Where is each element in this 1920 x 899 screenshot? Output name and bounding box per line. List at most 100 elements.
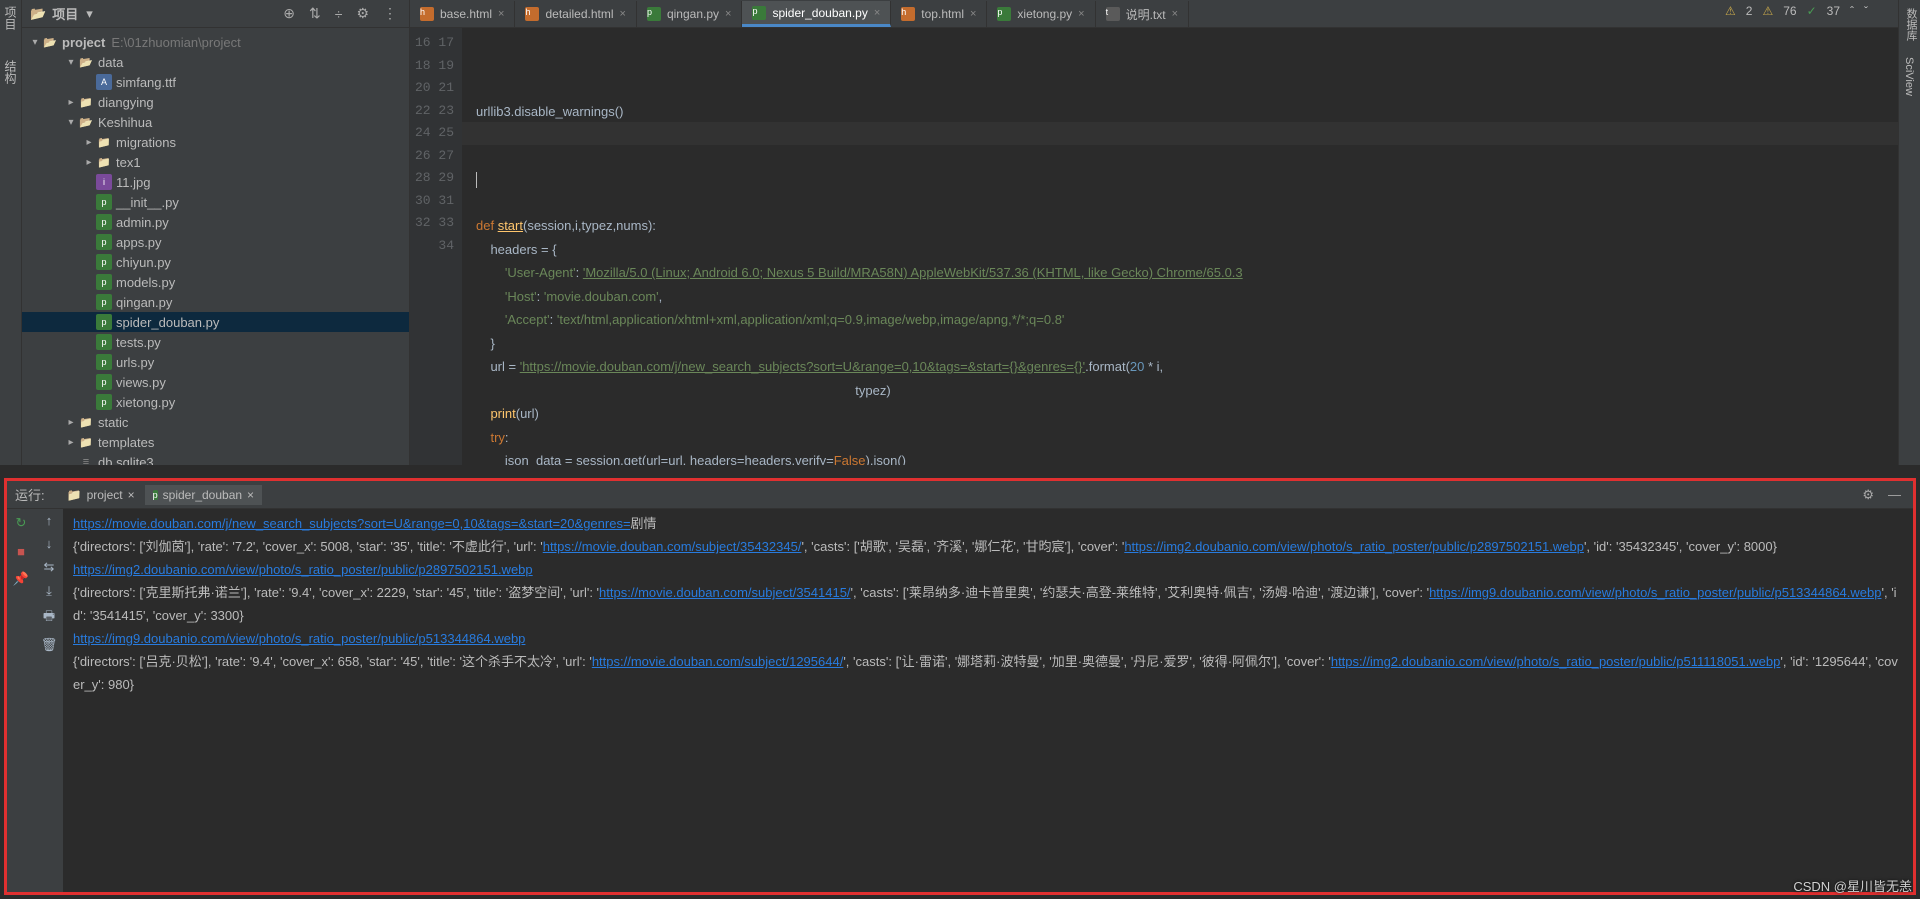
locate-icon[interactable]: ⊕: [279, 5, 299, 22]
tree-item[interactable]: qingan.py: [22, 292, 409, 312]
tree-item-label: Keshihua: [98, 115, 152, 130]
console-link[interactable]: https://img2.doubanio.com/view/photo/s_r…: [1124, 539, 1584, 554]
tree-item[interactable]: 11.jpg: [22, 172, 409, 192]
py-icon: [752, 6, 766, 20]
editor-tab[interactable]: top.html×: [891, 1, 987, 27]
run-tab[interactable]: spider_douban×: [145, 485, 262, 505]
tree-item[interactable]: ▸migrations: [22, 132, 409, 152]
tree-root[interactable]: ▾ project E:\01zhuomian\project: [22, 32, 409, 52]
tree-item[interactable]: tests.py: [22, 332, 409, 352]
folder-icon: [78, 434, 94, 450]
tree-item[interactable]: db.sqlite3: [22, 452, 409, 465]
font-icon: [96, 74, 112, 90]
root-name: project: [62, 35, 105, 50]
code-area[interactable]: 16 17 18 19 20 21 22 23 24 25 26 27 28 2…: [410, 28, 1898, 465]
close-icon[interactable]: ×: [620, 8, 626, 20]
run-tab[interactable]: project×: [59, 485, 143, 505]
editor-tab[interactable]: detailed.html×: [515, 1, 636, 27]
close-icon[interactable]: ×: [970, 8, 976, 20]
up-icon[interactable]: ↑: [46, 513, 53, 528]
pin-icon[interactable]: 📌: [11, 569, 31, 589]
tree-item[interactable]: admin.py: [22, 212, 409, 232]
tree-item[interactable]: apps.py: [22, 232, 409, 252]
close-icon[interactable]: ×: [725, 8, 731, 20]
warning-count-1: 2: [1746, 4, 1753, 18]
console-link[interactable]: https://movie.douban.com/j/new_search_su…: [73, 516, 631, 531]
close-icon[interactable]: ×: [128, 488, 135, 502]
close-icon[interactable]: ×: [498, 8, 504, 20]
tree-item[interactable]: spider_douban.py: [22, 312, 409, 332]
down-icon[interactable]: ↓: [46, 536, 53, 551]
console-link[interactable]: https://img9.doubanio.com/view/photo/s_r…: [73, 631, 525, 646]
tree-item-label: 11.jpg: [116, 175, 150, 190]
close-icon[interactable]: ×: [1172, 8, 1178, 20]
editor-tab[interactable]: base.html×: [410, 1, 515, 27]
left-tab-project[interactable]: 项目: [2, 6, 19, 30]
tree-item[interactable]: views.py: [22, 372, 409, 392]
sidebar-title[interactable]: 项目: [52, 4, 78, 23]
py-icon: [153, 490, 158, 500]
console-link[interactable]: https://movie.douban.com/subject/1295644…: [592, 654, 844, 669]
expand-icon[interactable]: ⇅: [305, 5, 325, 22]
folder-icon: [42, 34, 58, 50]
folder-icon: [78, 414, 94, 430]
editor-tabs[interactable]: base.html×detailed.html×qingan.py×spider…: [410, 0, 1898, 28]
console-link[interactable]: https://movie.douban.com/subject/3543234…: [543, 539, 802, 554]
tree-item-label: templates: [98, 435, 154, 450]
editor-tab[interactable]: xietong.py×: [987, 1, 1095, 27]
chevron-up-icon[interactable]: ˆ: [1850, 4, 1854, 18]
stop-icon[interactable]: ■: [11, 541, 31, 561]
tree-item[interactable]: models.py: [22, 272, 409, 292]
left-tab-structure[interactable]: 结构: [2, 60, 19, 84]
print-icon[interactable]: 🖶: [43, 607, 55, 629]
py-icon: [96, 334, 112, 350]
scroll-icon[interactable]: ⤓: [46, 583, 52, 599]
tree-item[interactable]: chiyun.py: [22, 252, 409, 272]
rerun-icon[interactable]: ↻: [11, 513, 31, 533]
tree-item[interactable]: ▸diangying: [22, 92, 409, 112]
sidebar-dropdown-icon[interactable]: [84, 6, 93, 22]
tree-item[interactable]: xietong.py: [22, 392, 409, 412]
py-icon: [96, 374, 112, 390]
editor-tab[interactable]: spider_douban.py×: [742, 1, 891, 27]
editor-tab[interactable]: 说明.txt×: [1096, 1, 1189, 27]
tree-item[interactable]: ▸tex1: [22, 152, 409, 172]
console-link[interactable]: https://img2.doubanio.com/view/photo/s_r…: [1331, 654, 1781, 669]
tree-item[interactable]: __init__.py: [22, 192, 409, 212]
code-content[interactable]: urllib3.disable_warnings() def start(ses…: [462, 28, 1898, 465]
gear-icon[interactable]: ⚙: [1858, 487, 1878, 503]
gear-icon[interactable]: ⚙: [352, 5, 373, 22]
close-icon[interactable]: ×: [1078, 8, 1084, 20]
console-link[interactable]: https://img9.doubanio.com/view/photo/s_r…: [1429, 585, 1881, 600]
tree-item[interactable]: ▾Keshihua: [22, 112, 409, 132]
tree-item-label: static: [98, 415, 128, 430]
editor-tab[interactable]: qingan.py×: [637, 1, 742, 27]
tree-item[interactable]: ▸templates: [22, 432, 409, 452]
tree-item[interactable]: simfang.ttf: [22, 72, 409, 92]
minimize-icon[interactable]: —: [1884, 487, 1905, 502]
console-output[interactable]: https://movie.douban.com/j/new_search_su…: [63, 509, 1913, 892]
tree-item[interactable]: ▾data: [22, 52, 409, 72]
tree-item-label: views.py: [116, 375, 166, 390]
more-icon[interactable]: ⋮: [379, 5, 401, 22]
folder-icon: [96, 154, 112, 170]
inspection-widget[interactable]: ⚠2 ⚠76 ✓37 ˆ ˇ: [1725, 4, 1868, 18]
trash-icon[interactable]: 🗑: [41, 637, 58, 653]
left-toolwindow-bar[interactable]: 项目 结构: [0, 0, 22, 465]
wrap-icon[interactable]: ⇆: [44, 559, 55, 575]
console-link[interactable]: https://movie.douban.com/subject/3541415…: [599, 585, 851, 600]
right-tab-sciview[interactable]: SciView: [1899, 49, 1919, 104]
chevron-down-icon[interactable]: ˇ: [1864, 4, 1868, 18]
console-link[interactable]: https://img2.doubanio.com/view/photo/s_r…: [73, 562, 533, 577]
close-icon[interactable]: ×: [874, 7, 880, 19]
py-icon: [96, 254, 112, 270]
right-toolwindow-bar[interactable]: 数据库 SciView: [1898, 0, 1920, 465]
collapse-icon[interactable]: ÷: [331, 6, 347, 22]
line-gutter[interactable]: 16 17 18 19 20 21 22 23 24 25 26 27 28 2…: [410, 28, 462, 465]
project-tree[interactable]: ▾ project E:\01zhuomian\project ▾datasim…: [22, 28, 409, 465]
tree-item[interactable]: ▸static: [22, 412, 409, 432]
tree-item-label: migrations: [116, 135, 176, 150]
right-tab-database[interactable]: 数据库: [1899, 0, 1920, 49]
close-icon[interactable]: ×: [247, 488, 254, 502]
tree-item[interactable]: urls.py: [22, 352, 409, 372]
